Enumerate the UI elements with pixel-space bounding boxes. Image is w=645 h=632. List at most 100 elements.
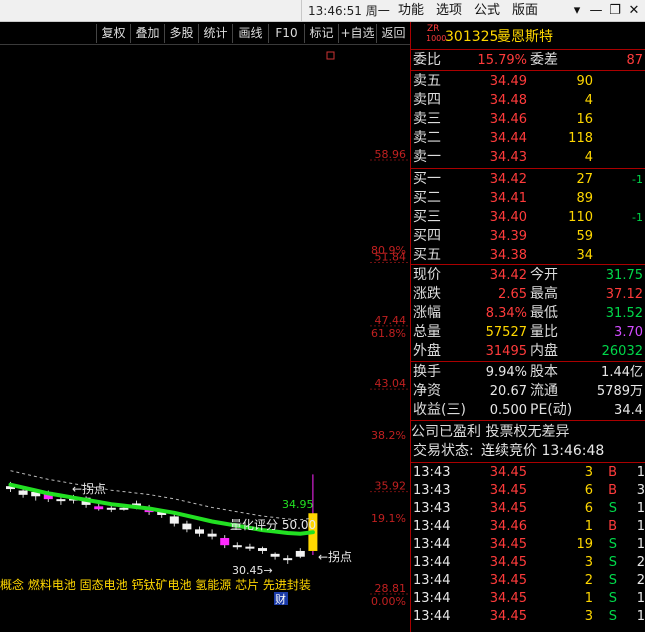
buy-price: 34.39: [489, 229, 527, 244]
tick-row[interactable]: 13:43 34.45 6 S 1: [411, 500, 645, 518]
tick-row[interactable]: 13:44 34.46 1 B 1: [411, 518, 645, 536]
fib-percent-label: 38.2%: [371, 429, 406, 442]
tick-volume: 2: [584, 573, 593, 588]
finance-tag[interactable]: 财: [275, 592, 286, 606]
tick-count: 1: [636, 519, 645, 534]
stat-row: 总量 57527 量比 3.70: [411, 323, 645, 342]
kline-svg: 58.9651.8447.4443.0435.9228.8180.9%61.8%…: [0, 51, 410, 608]
sell-row[interactable]: 卖五 34.49 90: [411, 72, 645, 91]
sell-price: 34.44: [489, 131, 527, 146]
diff-label: 委差: [530, 52, 558, 68]
fund-value: 1.44亿: [601, 365, 643, 380]
candle-body: [106, 507, 116, 510]
candle-body: [182, 523, 192, 530]
tick-row[interactable]: 13:44 34.45 2 S 2: [411, 572, 645, 590]
tick-side: S: [608, 573, 617, 588]
buy-price: 34.38: [489, 248, 527, 263]
board-tag-top: ZR: [427, 24, 440, 34]
stat-label: 现价: [413, 267, 441, 283]
close-icon[interactable]: ✕: [623, 0, 645, 22]
tick-side: B: [608, 483, 617, 498]
sell-row[interactable]: 卖三 34.46 16: [411, 110, 645, 129]
sell-label: 卖二: [413, 130, 441, 146]
stock-header[interactable]: ZR 1000 301325 曼恩斯特: [411, 24, 645, 49]
buy-label: 买四: [413, 228, 441, 244]
sell-volume: 118: [568, 131, 593, 146]
tick-row[interactable]: 13:44 34.45 3 S 1: [411, 608, 645, 626]
tick-time: 13:43: [413, 465, 451, 480]
back-button[interactable]: 返回: [376, 24, 410, 43]
menu-layout[interactable]: 版面: [512, 0, 538, 22]
menu-function[interactable]: 功能: [398, 0, 424, 22]
tick-row[interactable]: 13:44 34.45 19 S 1: [411, 536, 645, 554]
sell-price: 34.43: [489, 150, 527, 165]
draw-line-button[interactable]: 画线: [232, 24, 268, 43]
fund-value: 5789万: [596, 384, 643, 399]
fund-label: 流通: [530, 383, 558, 399]
stat-label: 最低: [530, 305, 558, 321]
tick-time: 13:44: [413, 591, 451, 606]
mark-button[interactable]: 标记: [304, 24, 338, 43]
candle-body: [220, 538, 230, 546]
tick-time: 13:44: [413, 519, 451, 534]
tick-count: 3: [636, 483, 645, 498]
price-tick-label: 35.92: [375, 480, 407, 493]
f10-button[interactable]: F10: [268, 24, 304, 43]
fund-label: PE(动): [530, 402, 573, 418]
sell-price: 34.46: [489, 112, 527, 127]
stat-label: 总量: [413, 324, 441, 340]
buy-row[interactable]: 买二 34.41 89: [411, 189, 645, 208]
tick-side: S: [608, 501, 617, 516]
tick-time: 13:43: [413, 483, 451, 498]
tick-row[interactable]: 13:43 34.45 3 B 1: [411, 464, 645, 482]
add-watchlist-button[interactable]: +自选: [338, 24, 376, 43]
sell-label: 卖三: [413, 111, 441, 127]
tick-time: 13:44: [413, 555, 451, 570]
buy-row[interactable]: 买四 34.39 59: [411, 227, 645, 246]
candle-body: [295, 550, 305, 557]
fund-label: 换手: [413, 364, 441, 380]
tick-row[interactable]: 13:43 34.45 6 B 3: [411, 482, 645, 500]
buy-row[interactable]: 买三 34.40 110 -1: [411, 208, 645, 227]
stock-name: 曼恩斯特: [497, 29, 553, 45]
menu-formula[interactable]: 公式: [474, 0, 500, 22]
tick-side: S: [608, 555, 617, 570]
tick-side: B: [608, 519, 617, 534]
order-ratio-row: 委比 15.79% 委差 87: [411, 51, 645, 70]
buy-change: -1: [632, 173, 643, 186]
sell-row[interactable]: 卖一 34.43 4: [411, 148, 645, 167]
chart-toolbar: 复权 叠加 多股 统计 画线 F10 标记 +自选 返回: [0, 22, 410, 45]
tick-volume: 1: [584, 591, 593, 606]
stat-label: 外盘: [413, 343, 441, 359]
buy-row[interactable]: 买五 34.38 34: [411, 246, 645, 265]
kline-chart[interactable]: 58.96 51.84 47.44 43.04 35.92 28.81 80.9% 61.8%…: [0, 46, 410, 632]
sell-row[interactable]: 卖二 34.44 118: [411, 129, 645, 148]
stat-row: 涨跌 2.65 最高 37.12: [411, 285, 645, 304]
sell-label: 卖一: [413, 149, 441, 165]
stat-label: 今开: [530, 267, 558, 283]
stat-row: 外盘 31495 内盘 26032: [411, 342, 645, 361]
tick-volume: 3: [584, 609, 593, 624]
stat-row: 现价 34.42 今开 31.75: [411, 266, 645, 285]
stat-value: 26032: [601, 344, 643, 359]
fund-row: 净资 20.67 流通 5789万: [411, 382, 645, 401]
tick-price: 34.46: [489, 519, 527, 534]
tick-count: 1: [636, 537, 645, 552]
multi-stock-button[interactable]: 多股: [164, 24, 198, 43]
tick-row[interactable]: 13:44 34.45 1 S 1: [411, 590, 645, 608]
adjust-button[interactable]: 复权: [96, 24, 130, 43]
tick-row[interactable]: 13:44 34.45 3 S 2: [411, 554, 645, 572]
menu-options[interactable]: 选项: [436, 0, 462, 22]
ratio-label: 委比: [413, 52, 441, 68]
stat-value: 8.34%: [485, 306, 527, 321]
stat-value: 31495: [485, 344, 527, 359]
sell-row[interactable]: 卖四 34.48 4: [411, 91, 645, 110]
buy-row[interactable]: 买一 34.42 27 -1: [411, 170, 645, 189]
statistics-button[interactable]: 统计: [198, 24, 232, 43]
tick-volume: 6: [584, 483, 593, 498]
sell-price: 34.48: [489, 93, 527, 108]
tick-count: 1: [636, 591, 645, 606]
price-tick-label: 28.81: [375, 582, 407, 595]
sell-label: 卖五: [413, 73, 441, 89]
overlay-button[interactable]: 叠加: [130, 24, 164, 43]
